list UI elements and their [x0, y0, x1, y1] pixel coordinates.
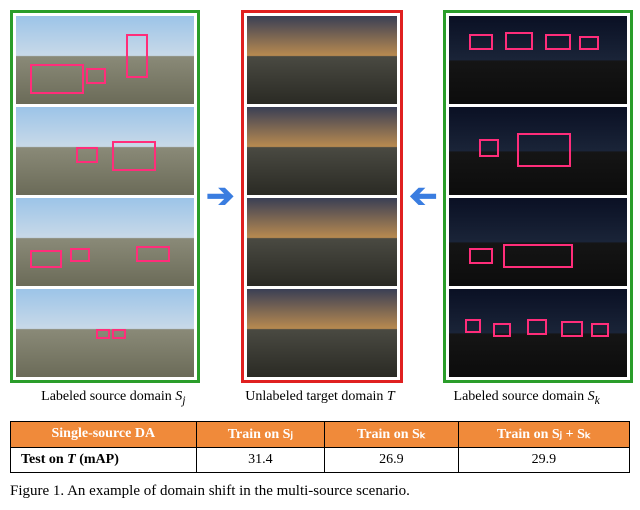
table-header: Train on Sⱼ + Sₖ	[458, 421, 629, 447]
row-label: Test on T (mAP)	[11, 447, 197, 472]
column-captions: Labeled source domain Sj Unlabeled targe…	[10, 389, 630, 407]
table-row: Test on T (mAP) 31.4 26.9 29.9	[11, 447, 630, 472]
image-sj-2	[16, 107, 194, 195]
image-t-2	[247, 107, 397, 195]
arrow-right-icon: ➔	[206, 180, 235, 214]
image-sk-2	[449, 107, 627, 195]
source-domain-j-column	[10, 10, 200, 383]
image-sj-1	[16, 16, 194, 104]
caption-t: Unlabeled target domain T	[217, 389, 424, 407]
table-cell: 29.9	[458, 447, 629, 472]
table-header: Train on Sⱼ	[196, 421, 324, 447]
image-sj-3	[16, 198, 194, 286]
results-table: Single-source DA Train on Sⱼ Train on Sₖ…	[10, 421, 630, 473]
figure-columns: ➔ ➔	[10, 10, 630, 383]
image-sk-1	[449, 16, 627, 104]
image-t-4	[247, 289, 397, 377]
image-sk-4	[449, 289, 627, 377]
image-t-1	[247, 16, 397, 104]
caption-sk: Labeled source domain Sk	[423, 389, 630, 407]
target-domain-column	[241, 10, 403, 383]
figure-caption: Figure 1. An example of domain shift in …	[10, 483, 630, 500]
table-header-row: Single-source DA Train on Sⱼ Train on Sₖ…	[11, 421, 630, 447]
table-cell: 31.4	[196, 447, 324, 472]
table-header: Single-source DA	[11, 421, 197, 447]
source-domain-k-column	[443, 10, 633, 383]
image-t-3	[247, 198, 397, 286]
caption-sj: Labeled source domain Sj	[10, 389, 217, 407]
image-sk-3	[449, 198, 627, 286]
table-header: Train on Sₖ	[325, 421, 459, 447]
image-sj-4	[16, 289, 194, 377]
table-cell: 26.9	[325, 447, 459, 472]
arrow-left-icon: ➔	[409, 180, 438, 214]
